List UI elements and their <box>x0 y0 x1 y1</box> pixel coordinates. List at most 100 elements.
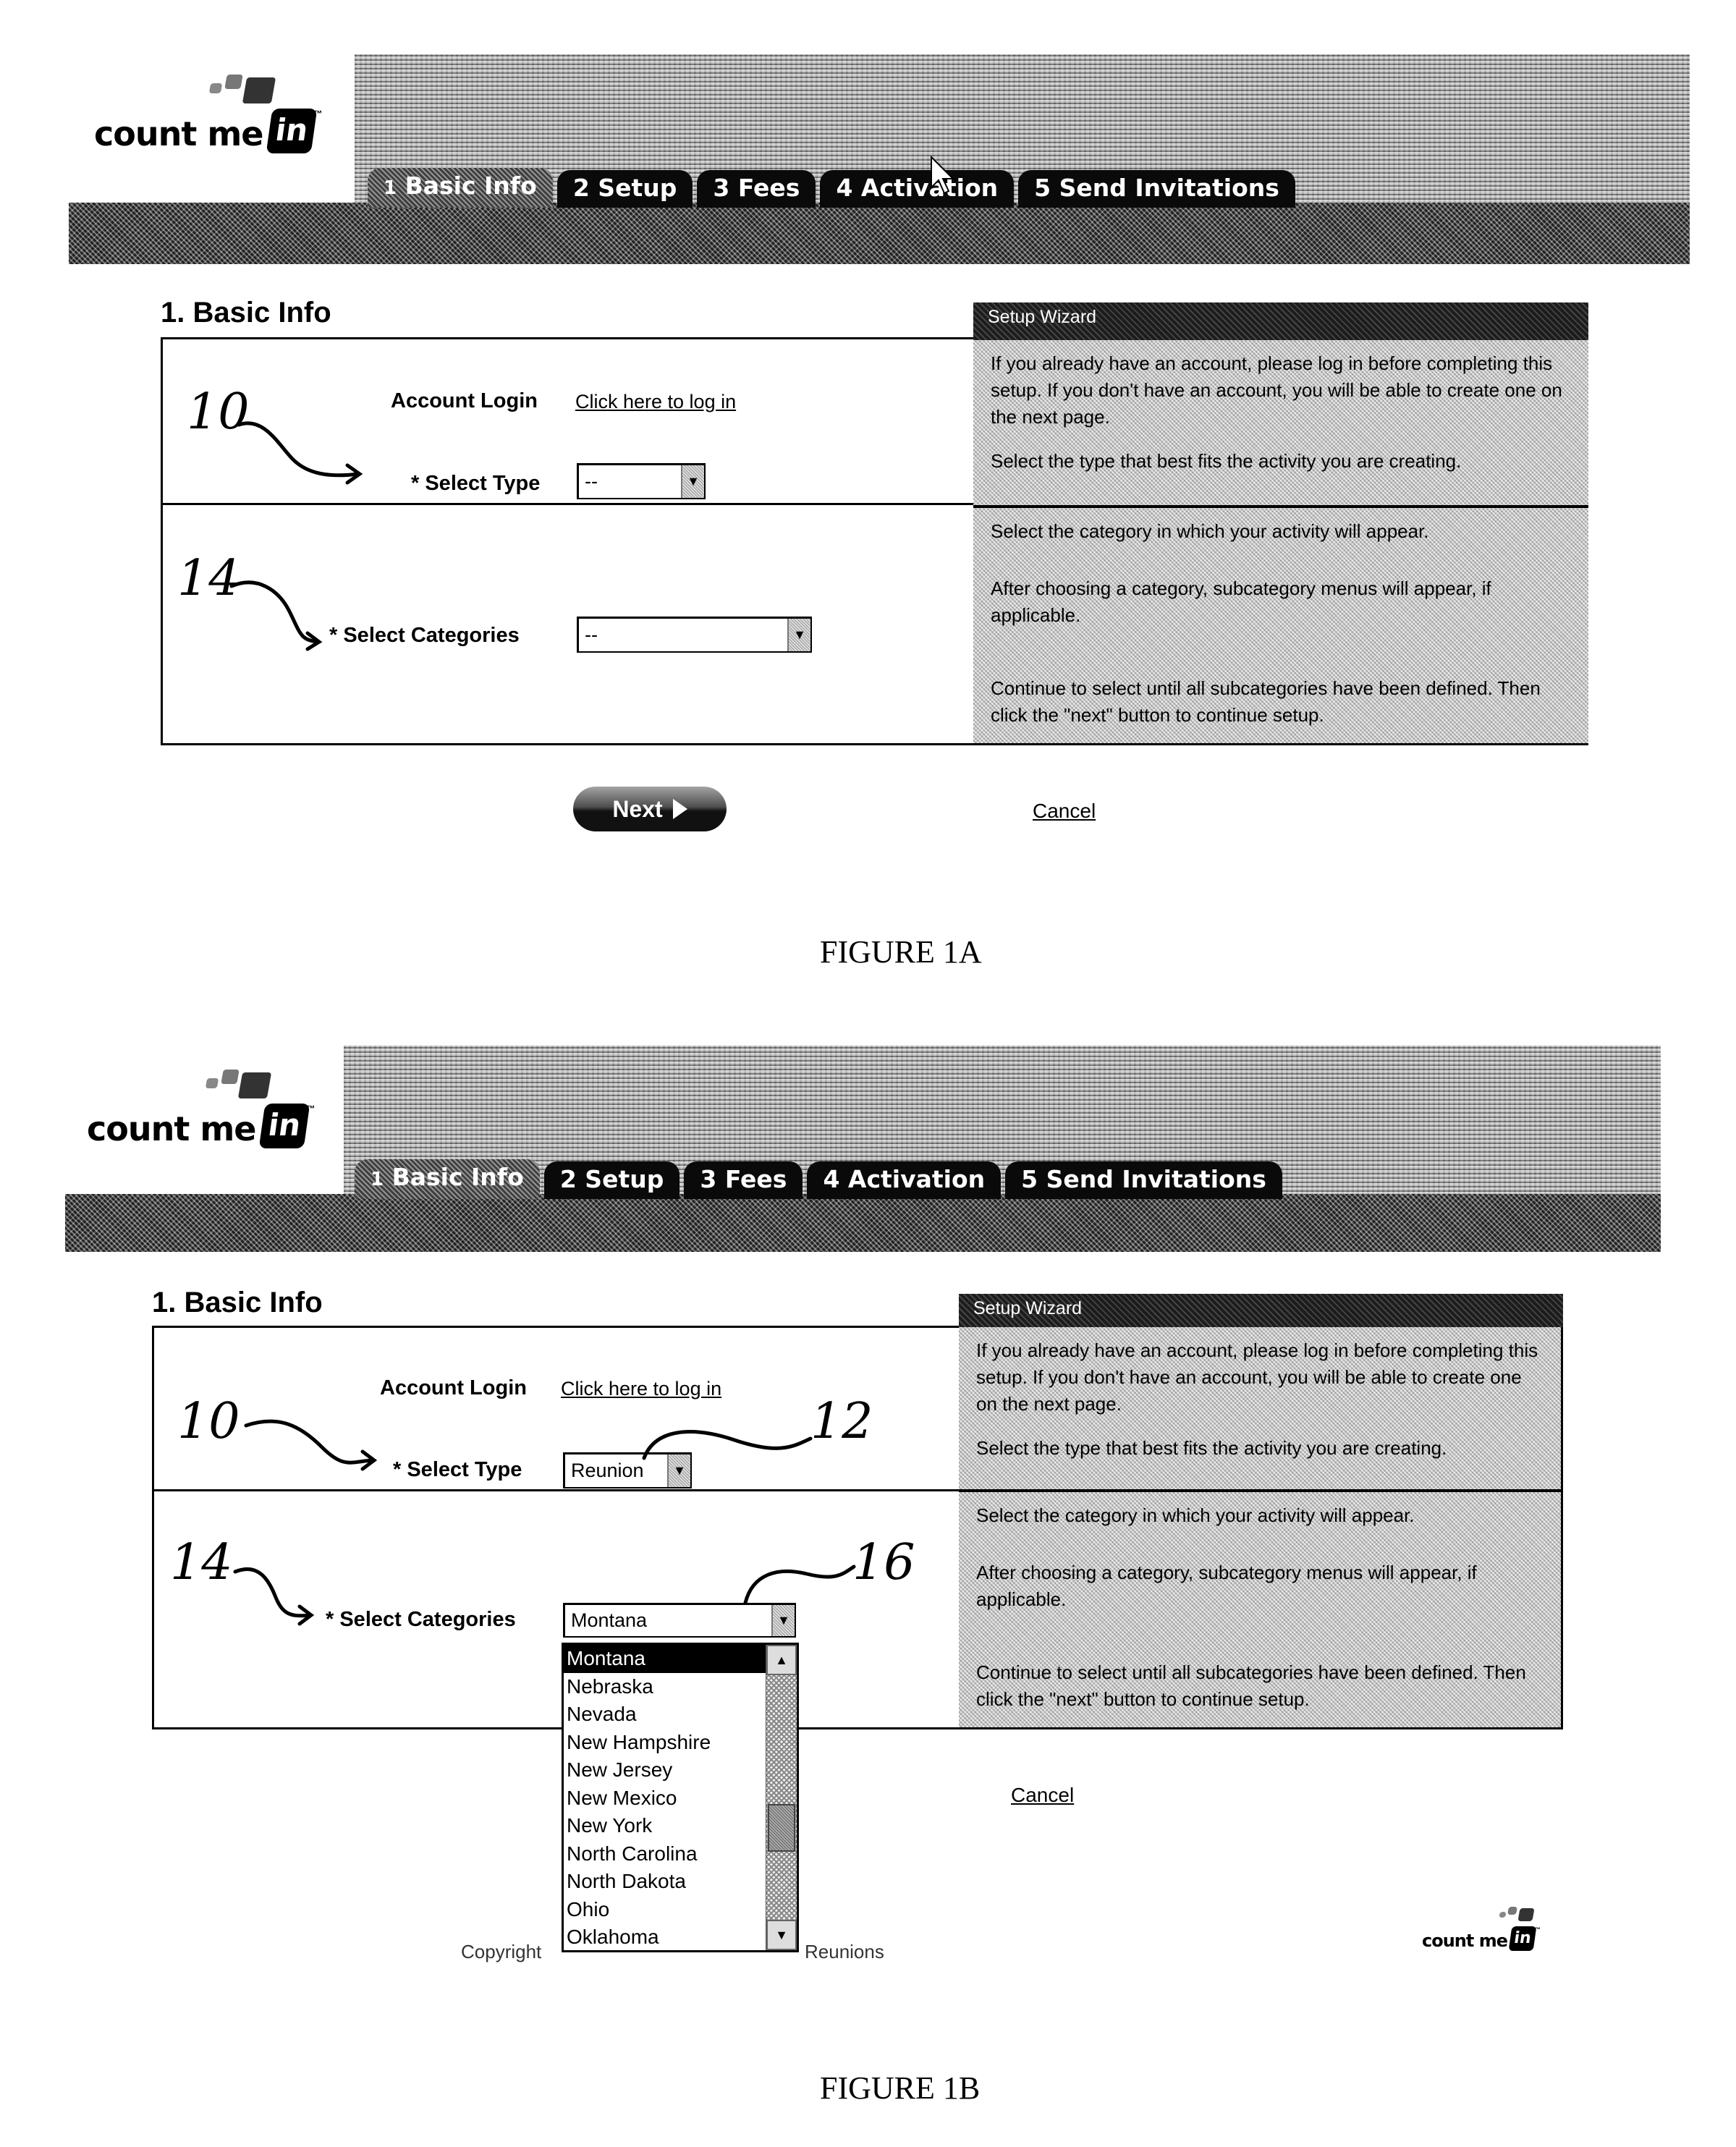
tab-number: 5 <box>1021 1165 1038 1193</box>
account-login-label: Account Login <box>391 389 538 412</box>
tab-label: Send Invitations <box>1046 1165 1266 1193</box>
annotation-arrow-icon <box>244 1419 378 1471</box>
dropdown-option[interactable]: New Jersey <box>564 1756 766 1784</box>
select-type-dropdown[interactable]: -- ▼ <box>577 463 706 499</box>
wizard-section-type: If you already have an account, please l… <box>959 1327 1561 1489</box>
tab-number: 1 <box>384 177 397 199</box>
wizard-text: Select the type that best fits the activ… <box>976 1437 1447 1459</box>
wizard-text: After choosing a category, subcategory m… <box>976 1562 1477 1610</box>
logo-square-large-icon <box>1517 1908 1535 1921</box>
annotation-12: 12 <box>810 1393 873 1450</box>
annotation-16: 16 <box>852 1534 915 1591</box>
wizard-text: Continue to select until all subcategori… <box>976 1661 1526 1710</box>
tab-fees[interactable]: 3 Fees <box>684 1161 803 1199</box>
tab-basic-info[interactable]: 1 Basic Info <box>368 168 553 208</box>
tab-send-invitations[interactable]: 5 Send Invitations <box>1005 1161 1282 1199</box>
tab-number: 1 <box>371 1169 384 1190</box>
figure-caption: FIGURE 1A <box>820 934 982 970</box>
dropdown-scrollbar[interactable]: ▲ ▼ <box>766 1645 797 1950</box>
select-type-value: -- <box>585 470 598 492</box>
tab-number: 4 <box>823 1165 840 1193</box>
header-band <box>69 203 1690 264</box>
next-button-label: Next <box>612 795 663 822</box>
dropdown-option[interactable]: New Mexico <box>564 1784 766 1813</box>
cancel-link[interactable]: Cancel <box>1033 800 1096 823</box>
select-categories-value: Montana <box>571 1609 648 1631</box>
annotation-arrow-icon <box>229 580 323 651</box>
wizard-tabs: 1 Basic Info 2 Setup 3 Fees 4 Activation… <box>368 168 1295 208</box>
logo-badge: in <box>258 1104 310 1148</box>
cancel-link[interactable]: Cancel <box>1011 1784 1074 1807</box>
dropdown-option[interactable]: New York <box>564 1812 766 1840</box>
annotation-arrow-icon <box>237 421 363 485</box>
tab-basic-info[interactable]: 1 Basic Info <box>355 1159 540 1199</box>
tab-activation[interactable]: 4 Activation <box>820 170 1015 208</box>
tab-label: Send Invitations <box>1059 174 1279 202</box>
tab-label: Activation <box>847 1165 986 1193</box>
logo-badge: in <box>1508 1926 1537 1951</box>
select-categories-label: * Select Categories <box>329 624 520 647</box>
select-categories-dropdown[interactable]: Montana ▼ <box>563 1603 796 1638</box>
annotation-leader-line <box>642 1430 813 1460</box>
logo: count me in ™ <box>80 1060 326 1169</box>
tab-fees[interactable]: 3 Fees <box>697 170 816 208</box>
dropdown-option[interactable]: Montana <box>564 1645 766 1673</box>
login-link[interactable]: Click here to log in <box>575 391 736 413</box>
dropdown-option[interactable]: North Carolina <box>564 1840 766 1868</box>
copyright-text-right: Reunions <box>805 1941 884 1962</box>
tab-label: Fees <box>737 174 800 202</box>
dropdown-option[interactable]: Nevada <box>564 1701 766 1729</box>
scroll-down-icon[interactable]: ▼ <box>766 1920 797 1950</box>
login-link[interactable]: Click here to log in <box>561 1378 721 1400</box>
tab-number: 5 <box>1034 174 1051 202</box>
tab-send-invitations[interactable]: 5 Send Invitations <box>1018 170 1295 208</box>
copyright-text-left: Copyright <box>461 1941 542 1962</box>
wizard-section-type: If you already have an account, please l… <box>973 340 1588 505</box>
annotation-leader-line <box>743 1564 856 1605</box>
select-categories-dropdown[interactable]: -- ▼ <box>577 617 812 653</box>
tab-label: Setup <box>598 174 677 202</box>
logo-square-large-icon <box>242 77 276 103</box>
scroll-up-icon[interactable]: ▲ <box>766 1645 797 1675</box>
logo-square-medium-icon <box>1507 1907 1517 1915</box>
wizard-text: Select the category in which your activi… <box>976 1504 1415 1526</box>
select-type-label: * Select Type <box>411 472 541 495</box>
page-title: 1. Basic Info <box>152 1287 323 1318</box>
logo-square-small-icon <box>208 83 223 93</box>
setup-wizard-panel: Setup Wizard If you already have an acco… <box>973 302 1588 745</box>
chevron-down-icon[interactable]: ▼ <box>681 465 704 498</box>
logo-square-medium-icon <box>224 75 243 89</box>
categories-dropdown-list[interactable]: Montana Nebraska Nevada New Hampshire New Je… <box>562 1643 799 1952</box>
select-categories-value: -- <box>585 624 598 645</box>
dropdown-option[interactable]: North Dakota <box>564 1868 766 1896</box>
wizard-text: If you already have an account, please l… <box>991 352 1562 428</box>
scroll-track[interactable] <box>766 1675 797 1920</box>
select-type-value: Reunion <box>571 1460 644 1481</box>
tab-setup[interactable]: 2 Setup <box>543 1161 680 1199</box>
select-type-label: * Select Type <box>393 1458 522 1481</box>
tab-setup[interactable]: 2 Setup <box>556 170 693 208</box>
account-login-label: Account Login <box>380 1376 527 1399</box>
play-arrow-icon <box>672 799 687 819</box>
tab-label: Basic Info <box>405 171 537 200</box>
tab-label: Setup <box>585 1165 664 1193</box>
dropdown-option[interactable]: Ohio <box>564 1896 766 1924</box>
wizard-text: After choosing a category, subcategory m… <box>991 577 1491 626</box>
dropdown-option[interactable]: Nebraska <box>564 1673 766 1701</box>
wizard-section-category: Select the category in which your activi… <box>959 1492 1561 1740</box>
tab-number: 2 <box>572 174 590 202</box>
logo-text: count me <box>87 1109 256 1148</box>
scroll-thumb[interactable] <box>768 1804 795 1852</box>
chevron-down-icon[interactable]: ▼ <box>787 619 810 651</box>
chevron-down-icon[interactable]: ▼ <box>771 1605 795 1636</box>
next-button[interactable]: Next <box>573 787 727 831</box>
dropdown-option[interactable]: New Hampshire <box>564 1729 766 1757</box>
wizard-title: Setup Wizard <box>959 1294 1563 1327</box>
header-band <box>65 1194 1661 1252</box>
form-row-divider <box>152 1489 959 1491</box>
wizard-text: Continue to select until all subcategori… <box>991 677 1541 726</box>
logo-square-small-icon <box>205 1078 219 1088</box>
dropdown-option[interactable]: Oklahoma <box>564 1923 766 1952</box>
setup-wizard-panel: Setup Wizard If you already have an acco… <box>959 1294 1563 1729</box>
tab-activation[interactable]: 4 Activation <box>807 1161 1002 1199</box>
